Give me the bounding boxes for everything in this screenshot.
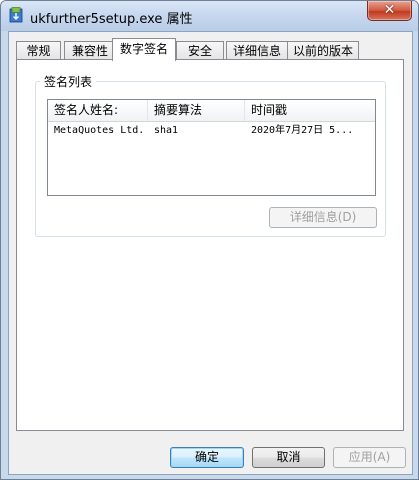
properties-window: ukfurther5setup.exe 属性 ✕ 常规 兼容性 数字签名 安全 … <box>0 0 419 480</box>
tab-details[interactable]: 详细信息 <box>226 41 288 60</box>
signature-list[interactable]: 签名人姓名: 摘要算法 时间戳 MetaQuotes Ltd. sha1 202… <box>47 99 376 196</box>
details-button[interactable]: 详细信息(D) <box>269 207 377 228</box>
timestamp-cell: 2020年7月27日 5... <box>251 125 354 136</box>
dialog-client: 常规 兼容性 数字签名 安全 详细信息 以前的版本 签名列表 签名人姓名: 摘要… <box>8 31 413 475</box>
close-button[interactable]: ✕ <box>367 1 412 21</box>
installer-icon <box>9 7 23 23</box>
cancel-button[interactable]: 取消 <box>252 447 325 468</box>
close-icon: ✕ <box>383 2 396 18</box>
signature-list-label: 签名列表 <box>40 73 97 90</box>
tab-general[interactable]: 常规 <box>16 41 61 60</box>
apply-button[interactable]: 应用(A) <box>333 447 406 468</box>
tab-strip: 常规 兼容性 数字签名 安全 详细信息 以前的版本 <box>16 38 406 61</box>
digital-signatures-page: 签名列表 签名人姓名: 摘要算法 时间戳 MetaQuotes Ltd. sha… <box>16 59 404 431</box>
digest-algorithm-cell: sha1 <box>154 125 179 136</box>
tab-security[interactable]: 安全 <box>176 41 224 60</box>
ok-button-label: 确定 <box>194 450 219 464</box>
window-title: ukfurther5setup.exe 属性 <box>30 12 193 27</box>
column-digest-algorithm[interactable]: 摘要算法 <box>148 100 245 121</box>
tab-compatibility[interactable]: 兼容性 <box>64 41 116 60</box>
title-bar[interactable]: ukfurther5setup.exe 属性 ✕ <box>1 1 418 31</box>
signature-list-group: 签名列表 签名人姓名: 摘要算法 时间戳 MetaQuotes Ltd. sha… <box>35 73 386 237</box>
tab-digital-signatures[interactable]: 数字签名 <box>112 38 176 61</box>
column-signer-name[interactable]: 签名人姓名: <box>48 100 148 121</box>
column-timestamp[interactable]: 时间戳 <box>245 100 375 121</box>
signer-name-cell: MetaQuotes Ltd. <box>54 125 145 136</box>
tab-previous-versions[interactable]: 以前的版本 <box>287 41 359 60</box>
list-item[interactable]: MetaQuotes Ltd. sha1 2020年7月27日 5... <box>48 122 375 140</box>
ok-button[interactable]: 确定 <box>170 447 244 468</box>
list-header: 签名人姓名: 摘要算法 时间戳 <box>48 100 375 122</box>
